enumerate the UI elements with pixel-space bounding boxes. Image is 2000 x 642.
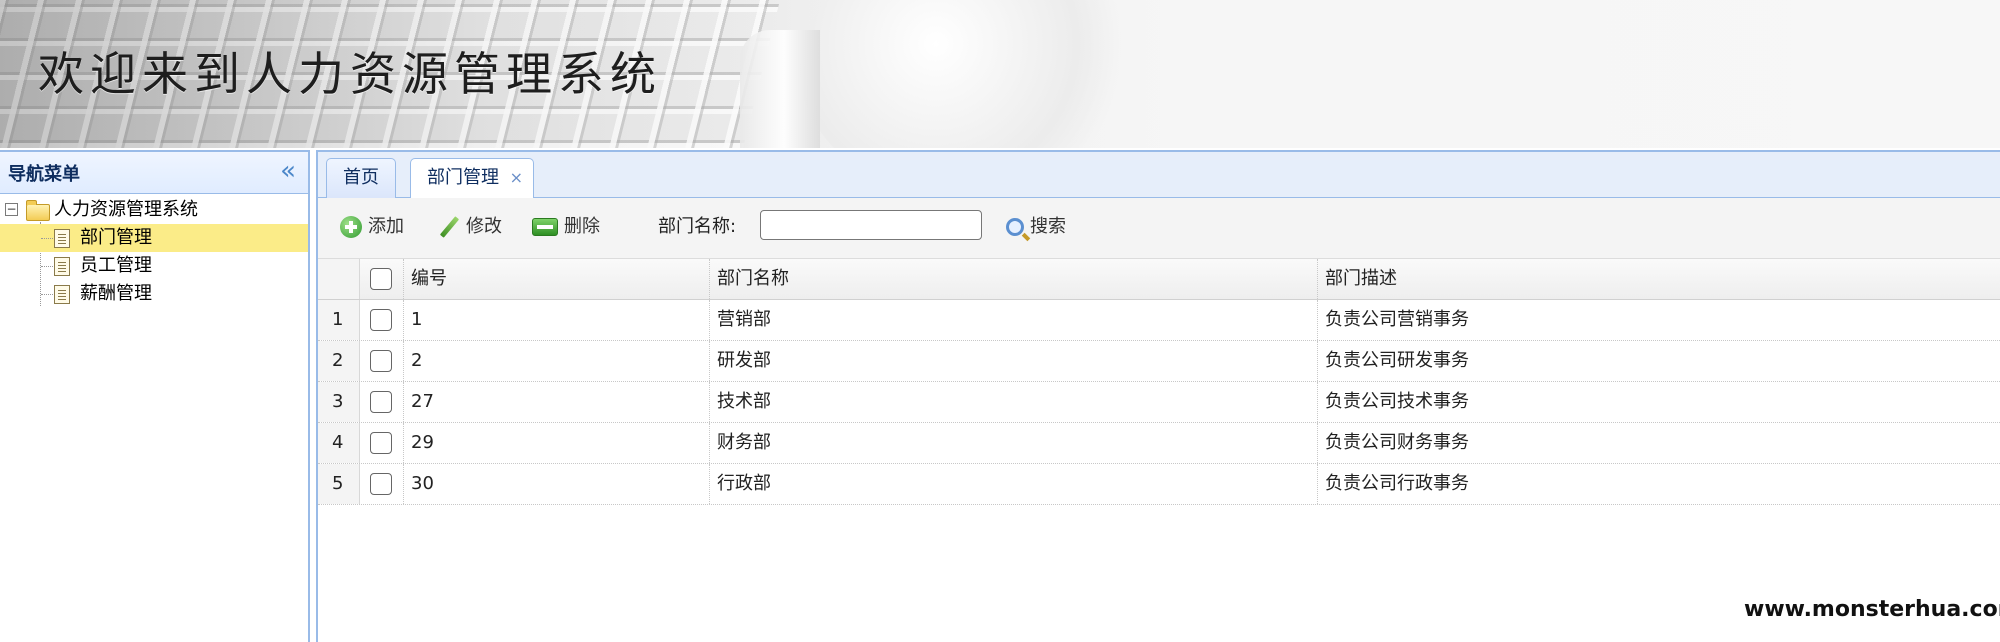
main-area: 首页 部门管理 × 添加 修改 删除 部门名称: 搜索 编号 部门名称 部门描述 — [316, 150, 2000, 642]
tab-home[interactable]: 首页 — [326, 158, 396, 198]
nav-header: 导航菜单 « — [0, 150, 308, 194]
row-select-cell — [360, 341, 404, 381]
search-label: 部门名称: — [658, 216, 737, 237]
row-select-cell — [360, 423, 404, 463]
tree-root-label: 人力资源管理系统 — [54, 199, 198, 220]
document-icon — [54, 229, 70, 248]
table-row[interactable]: 5 30 行政部 负责公司行政事务 — [318, 464, 2000, 505]
banner-title: 欢迎来到人力资源管理系统 — [38, 47, 662, 101]
row-number: 4 — [318, 423, 360, 463]
table-row[interactable]: 4 29 财务部 负责公司财务事务 — [318, 423, 2000, 464]
add-icon — [340, 216, 362, 238]
row-checkbox[interactable] — [370, 432, 392, 454]
tab-label: 部门管理 — [427, 167, 499, 188]
cell-name: 技术部 — [710, 382, 1318, 422]
nav-title: 导航菜单 — [8, 164, 80, 185]
add-button[interactable]: 添加 — [340, 213, 404, 241]
cell-description: 负责公司财务事务 — [1325, 432, 1469, 453]
tree-item-label: 薪酬管理 — [80, 283, 152, 304]
cell-name: 财务部 — [710, 423, 1318, 463]
delete-button[interactable]: 删除 — [532, 213, 600, 241]
close-icon[interactable]: × — [510, 159, 523, 197]
tree-item-label: 员工管理 — [80, 255, 152, 276]
cell-description: 负责公司研发事务 — [1325, 350, 1469, 371]
cell-name: 研发部 — [710, 341, 1318, 381]
row-number: 2 — [318, 341, 360, 381]
cell-name: 营销部 — [710, 300, 1318, 340]
tree-connector — [41, 266, 53, 267]
cell-id: 1 — [404, 300, 710, 340]
document-icon — [54, 285, 70, 304]
collapse-left-icon[interactable]: « — [280, 158, 296, 184]
watermark: www.monsterhua.com — [1744, 597, 2000, 622]
folder-icon — [26, 200, 50, 221]
department-name-search-input[interactable] — [760, 210, 982, 240]
cell-description: 负责公司技术事务 — [1325, 391, 1469, 412]
cell-id: 27 — [404, 382, 710, 422]
table-row[interactable]: 3 27 技术部 负责公司技术事务 — [318, 382, 2000, 423]
column-header-name[interactable]: 部门名称 — [710, 259, 1318, 299]
row-checkbox[interactable] — [370, 473, 392, 495]
select-all-checkbox[interactable] — [370, 268, 392, 290]
table-row[interactable]: 2 2 研发部 负责公司研发事务 — [318, 341, 2000, 382]
search-button-label: 搜索 — [1030, 216, 1066, 237]
document-icon — [54, 257, 70, 276]
tree-item-label: 部门管理 — [80, 227, 152, 248]
column-header-description[interactable]: 部门描述 — [1318, 259, 2000, 299]
column-header-id[interactable]: 编号 — [404, 259, 710, 299]
nav-tree: − 人力资源管理系统 部门管理 员工管理 薪酬管理 — [0, 194, 308, 308]
delete-icon — [532, 218, 558, 236]
cell-id: 30 — [404, 464, 710, 504]
row-checkbox[interactable] — [370, 350, 392, 372]
search-button[interactable]: 搜索 — [1006, 213, 1066, 241]
select-all-cell — [360, 259, 404, 299]
row-checkbox[interactable] — [370, 391, 392, 413]
department-grid: 编号 部门名称 部门描述 1 1 营销部 负责公司营销事务 2 2 研发部 负责… — [318, 259, 2000, 505]
edit-button[interactable]: 修改 — [438, 213, 502, 241]
search-icon — [1006, 218, 1024, 236]
tab-department-management[interactable]: 部门管理 × — [410, 158, 534, 200]
row-number: 1 — [318, 300, 360, 340]
cell-description: 负责公司行政事务 — [1325, 473, 1469, 494]
cell-description: 负责公司营销事务 — [1325, 309, 1469, 330]
pencil-icon — [438, 216, 460, 238]
row-checkbox[interactable] — [370, 309, 392, 331]
nav-panel: 导航菜单 « − 人力资源管理系统 部门管理 员工管理 薪酬管理 — [0, 150, 310, 642]
delete-button-label: 删除 — [564, 216, 600, 237]
row-select-cell — [360, 382, 404, 422]
cell-id: 29 — [404, 423, 710, 463]
tree-connector — [41, 238, 53, 239]
tree-connector — [41, 294, 53, 295]
toolbar: 添加 修改 删除 部门名称: 搜索 — [318, 198, 2000, 259]
tree-item-employee[interactable]: 员工管理 — [0, 252, 308, 280]
row-number-header — [318, 259, 360, 299]
row-number: 5 — [318, 464, 360, 504]
banner-curve-graphic — [800, 0, 1140, 148]
add-button-label: 添加 — [368, 216, 404, 237]
cell-name: 行政部 — [710, 464, 1318, 504]
grid-header-row: 编号 部门名称 部门描述 — [318, 259, 2000, 300]
table-row[interactable]: 1 1 营销部 负责公司营销事务 — [318, 300, 2000, 341]
cell-id: 2 — [404, 341, 710, 381]
row-select-cell — [360, 300, 404, 340]
banner-glass-graphic — [740, 30, 820, 148]
tree-item-salary[interactable]: 薪酬管理 — [0, 280, 308, 308]
tab-strip: 首页 部门管理 × — [318, 150, 2000, 200]
row-select-cell — [360, 464, 404, 504]
edit-button-label: 修改 — [466, 216, 502, 237]
tree-root[interactable]: − 人力资源管理系统 — [0, 196, 308, 224]
tree-collapse-icon[interactable]: − — [5, 203, 18, 216]
tree-item-department[interactable]: 部门管理 — [0, 224, 308, 252]
banner: 欢迎来到人力资源管理系统 — [0, 0, 2000, 148]
row-number: 3 — [318, 382, 360, 422]
